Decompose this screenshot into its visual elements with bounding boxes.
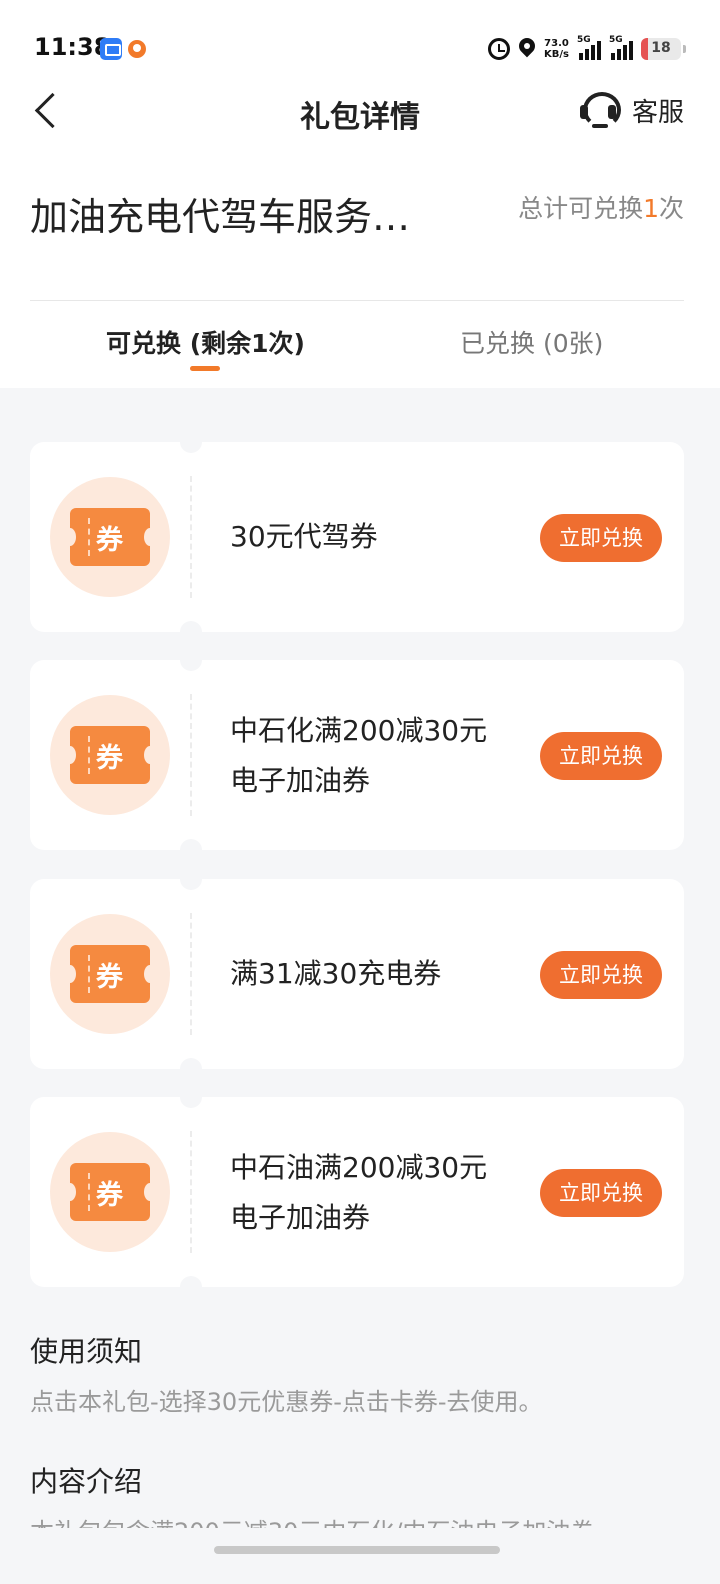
redeem-total: 总计可兑换1次 (518, 189, 684, 225)
coupon-name-line1: 中石油满200减30元 (230, 1151, 488, 1184)
headset-icon (579, 90, 621, 130)
redeem-total-prefix: 总计可兑换 (518, 194, 644, 223)
content-intro-title: 内容介绍 (30, 1465, 143, 1498)
ticket-icon: 券 (64, 726, 156, 784)
customer-service-label: 客服 (631, 97, 684, 128)
coupon-name-line1: 30元代驾券 (230, 520, 378, 553)
ticket-icon: 券 (64, 945, 156, 1003)
redeem-total-suffix: 次 (658, 194, 684, 223)
redeem-button[interactable]: 立即兑换 (540, 1169, 662, 1217)
coupon-card: 券 30元代驾券 立即兑换 (30, 431, 684, 643)
status-icons: 73.0 KB/s 5G 5G 18 (488, 34, 686, 64)
network-speed: 73.0 KB/s (544, 38, 569, 60)
customer-service-button[interactable]: 客服 (579, 90, 684, 130)
gift-pack-name: 加油充电代驾车服务… (30, 195, 411, 239)
battery-tip (683, 45, 686, 53)
coupon-name: 满31减30充电券 (230, 949, 530, 999)
signal-label-2: 5G (609, 35, 623, 45)
coupon-name-line2: 电子加油券 (230, 1201, 371, 1234)
ticket-icon: 券 (64, 1163, 156, 1221)
usage-notes-title: 使用须知 (30, 1335, 143, 1368)
home-indicator[interactable] (214, 1546, 500, 1554)
tab-redeemable[interactable]: 可兑换 (剩余1次) (106, 324, 305, 360)
redeem-total-count: 1 (643, 194, 659, 223)
tab-indicator (190, 366, 220, 371)
coupon-card: 券 中石化满200减30元 电子加油券 立即兑换 (30, 649, 684, 861)
coupon-name: 中石油满200减30元 电子加油券 (230, 1143, 530, 1243)
coupon-name: 30元代驾券 (230, 512, 530, 562)
bottom-fade (0, 1528, 720, 1584)
network-speed-unit: KB/s (544, 49, 569, 60)
redeem-button[interactable]: 立即兑换 (540, 514, 662, 562)
signal-icon-2: 5G (609, 35, 633, 60)
ticket-label: 券 (96, 525, 123, 556)
location-icon (518, 38, 536, 60)
ticket-label: 券 (96, 743, 123, 774)
battery-icon: 18 (641, 38, 681, 60)
coupon-card: 券 满31减30充电券 立即兑换 (30, 868, 684, 1080)
ticket-label: 券 (96, 962, 123, 993)
signal-icon: 5G (577, 35, 601, 60)
coupon-name-line2: 电子加油券 (230, 764, 371, 797)
ticket-label: 券 (96, 1180, 123, 1211)
usage-notes-text: 点击本礼包-选择30元优惠券-点击卡券-去使用。 (30, 1388, 543, 1416)
redeem-button[interactable]: 立即兑换 (540, 951, 662, 999)
redeem-button[interactable]: 立即兑换 (540, 732, 662, 780)
alarm-icon (488, 38, 511, 60)
signal-label: 5G (577, 35, 591, 45)
app-notification-icon-2 (128, 40, 146, 58)
tab-redeemed[interactable]: 已兑换 (0张) (460, 324, 603, 360)
network-speed-value: 73.0 (544, 38, 569, 49)
coupon-name-line1: 满31减30充电券 (230, 957, 442, 990)
status-bar: 11:38 73.0 KB/s 5G 5G 18 (0, 0, 720, 96)
app-notification-icon (100, 38, 122, 60)
battery-level: 18 (651, 40, 671, 56)
coupon-name-line1: 中石化满200减30元 (230, 714, 488, 747)
coupon-card: 券 中石油满200减30元 电子加油券 立即兑换 (30, 1086, 684, 1298)
divider (30, 300, 684, 301)
coupon-name: 中石化满200减30元 电子加油券 (230, 706, 530, 806)
status-time: 11:38 (34, 33, 111, 61)
ticket-icon: 券 (64, 508, 156, 566)
